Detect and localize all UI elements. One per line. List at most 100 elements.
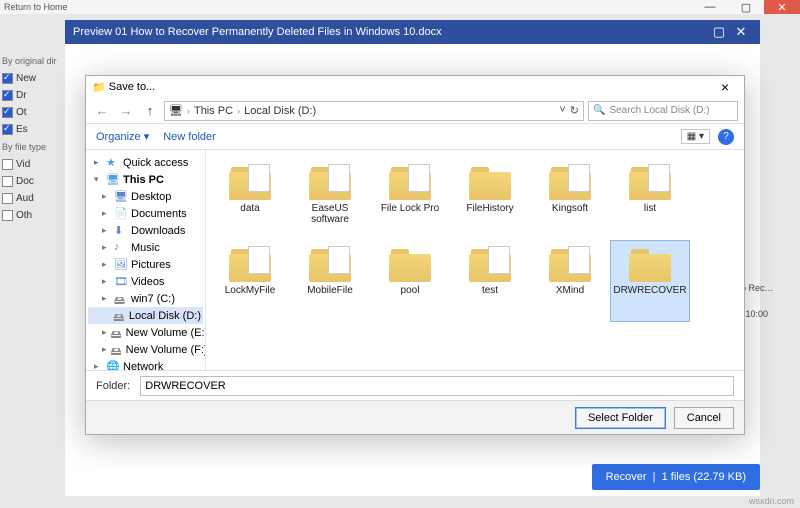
select-folder-button[interactable]: Select Folder xyxy=(575,407,666,429)
checkbox-icon[interactable] xyxy=(2,124,13,135)
caret-icon[interactable]: ▾ xyxy=(94,174,102,185)
organize-button[interactable]: Organize ▾ xyxy=(96,130,149,143)
recover-button[interactable]: Recover | 1 files (22.79 KB) xyxy=(592,464,760,490)
new-folder-button[interactable]: New folder xyxy=(163,131,216,143)
tree-node[interactable]: ▸🖥Desktop xyxy=(88,188,203,205)
app-titlebar: Return to Home xyxy=(0,0,800,14)
folder-item[interactable]: data xyxy=(210,158,290,240)
folder-icon xyxy=(387,163,433,201)
return-home-label[interactable]: Return to Home xyxy=(0,2,68,12)
tree-node[interactable]: ▸⬇Downloads xyxy=(88,222,203,239)
caret-icon[interactable]: ▸ xyxy=(102,327,107,338)
folder-item[interactable]: MobileFile xyxy=(290,240,370,322)
cancel-button[interactable]: Cancel xyxy=(674,407,734,429)
folder-label: test xyxy=(482,285,498,296)
caret-icon[interactable]: ▸ xyxy=(102,242,110,253)
checkbox-icon[interactable] xyxy=(2,159,13,170)
filter-item[interactable]: Ot xyxy=(0,104,70,121)
disk-icon: 🖴 xyxy=(111,326,122,339)
tree-node[interactable]: ▸📄Documents xyxy=(88,205,203,222)
preview-close-icon[interactable]: ✕ xyxy=(730,24,752,40)
tree-label: Network xyxy=(123,361,163,371)
filter-item[interactable]: Aud xyxy=(0,190,70,207)
address-bar[interactable]: 🖥 › This PC › Local Disk (D:) ˅↻ xyxy=(164,101,584,121)
pc-icon: 🖥 xyxy=(106,173,119,186)
nav-back-icon[interactable]: ← xyxy=(92,101,112,121)
filter-item[interactable]: Doc xyxy=(0,173,70,190)
filter-item[interactable]: Dr xyxy=(0,87,70,104)
folder-label: pool xyxy=(401,285,420,296)
address-refresh-icon[interactable]: ↻ xyxy=(570,104,579,117)
maximize-icon[interactable]: ▢ xyxy=(728,0,764,14)
checkbox-icon[interactable] xyxy=(2,107,13,118)
folder-label: Folder: xyxy=(96,380,130,392)
caret-icon[interactable]: ▸ xyxy=(102,208,110,219)
caret-icon[interactable]: ▸ xyxy=(102,344,107,355)
dialog-title: Save to... xyxy=(109,81,155,93)
help-icon[interactable]: ? xyxy=(718,129,734,145)
checkbox-icon[interactable] xyxy=(2,193,13,204)
caret-icon[interactable]: ▸ xyxy=(102,191,110,202)
caret-icon[interactable]: ▸ xyxy=(94,157,102,168)
close-icon[interactable]: ✕ xyxy=(764,0,800,14)
folder-label: File Lock Pro xyxy=(381,203,439,214)
folder-item[interactable]: File Lock Pro xyxy=(370,158,450,240)
nav-up-icon[interactable]: ↑ xyxy=(140,101,160,121)
folder-item[interactable]: DRWRECOVER xyxy=(610,240,690,322)
folder-item[interactable]: list xyxy=(610,158,690,240)
tree-label: This PC xyxy=(123,174,164,186)
checkbox-icon[interactable] xyxy=(2,210,13,221)
tree-node[interactable]: ▸🖼Pictures xyxy=(88,256,203,273)
checkbox-icon[interactable] xyxy=(2,73,13,84)
folder-name-input[interactable] xyxy=(140,376,734,396)
mus-icon: ♪ xyxy=(114,241,127,254)
tree-node[interactable]: ▸ 🖴 New Volume (E:) xyxy=(88,324,203,341)
folder-item[interactable]: test xyxy=(450,240,530,322)
folder-item[interactable]: Kingsoft xyxy=(530,158,610,240)
file-grid[interactable]: dataEaseUS software File Lock Pro FileHist… xyxy=(206,150,744,370)
folder-item[interactable]: XMind xyxy=(530,240,610,322)
folder-item[interactable]: pool xyxy=(370,240,450,322)
tree-node[interactable]: ▸🎞Videos xyxy=(88,273,203,290)
tree-node[interactable]: ▾ 🖥 This PC xyxy=(88,171,203,188)
caret-icon[interactable]: ▸ xyxy=(102,225,110,236)
watermark: wsxdn.com xyxy=(749,496,794,506)
tree-label: New Volume (F:) xyxy=(126,344,206,356)
tree-node[interactable]: ▸🖴win7 (C:) xyxy=(88,290,203,307)
tree-node[interactable]: ▸🖴New Volume (F:) xyxy=(88,341,203,358)
tree-node[interactable]: ▸★Quick access xyxy=(88,154,203,171)
folder-item[interactable]: EaseUS software xyxy=(290,158,370,240)
folder-tree[interactable]: ▸★Quick access ▾ 🖥 This PC ▸🖥Desktop▸📄Docume… xyxy=(86,150,206,370)
preview-title: Preview 01 How to Recover Permanently De… xyxy=(73,26,442,38)
filter-item[interactable]: Oth xyxy=(0,207,70,224)
checkbox-icon[interactable] xyxy=(2,90,13,101)
tree-label: Desktop xyxy=(131,191,171,203)
dialog-close-icon[interactable]: × xyxy=(712,79,738,95)
view-mode-button[interactable]: ▦ ▾ xyxy=(681,129,710,144)
minimize-icon[interactable]: — xyxy=(692,0,728,14)
caret-icon[interactable]: ▸ xyxy=(102,293,110,304)
folder-icon xyxy=(547,163,593,201)
breadcrumb-root[interactable]: This PC xyxy=(194,105,233,117)
tree-label: New Volume (E:) xyxy=(126,327,206,339)
filter-label: Aud xyxy=(16,193,34,204)
tree-node[interactable]: ▸🌐Network xyxy=(88,358,203,370)
preview-maximize-icon[interactable]: ▢ xyxy=(708,24,730,40)
checkbox-icon[interactable] xyxy=(2,176,13,187)
filter-item[interactable]: New xyxy=(0,70,70,87)
search-input[interactable]: 🔍 Search Local Disk (D:) xyxy=(588,101,738,121)
caret-icon[interactable]: ▸ xyxy=(94,361,102,370)
tree-label: Videos xyxy=(131,276,164,288)
folder-item[interactable]: FileHistory xyxy=(450,158,530,240)
filter-item[interactable]: Vid xyxy=(0,156,70,173)
caret-icon[interactable]: ▸ xyxy=(102,276,110,287)
tree-node[interactable]: 🖴Local Disk (D:) xyxy=(88,307,203,324)
nav-forward-icon[interactable]: → xyxy=(116,101,136,121)
breadcrumb-leaf[interactable]: Local Disk (D:) xyxy=(244,105,316,117)
address-dropdown-icon[interactable]: ˅ xyxy=(559,104,565,117)
folder-item[interactable]: LockMyFile xyxy=(210,240,290,322)
caret-icon[interactable]: ▸ xyxy=(102,259,110,270)
filter-item[interactable]: Es xyxy=(0,121,70,138)
folder-icon xyxy=(227,163,273,201)
tree-node[interactable]: ▸♪Music xyxy=(88,239,203,256)
